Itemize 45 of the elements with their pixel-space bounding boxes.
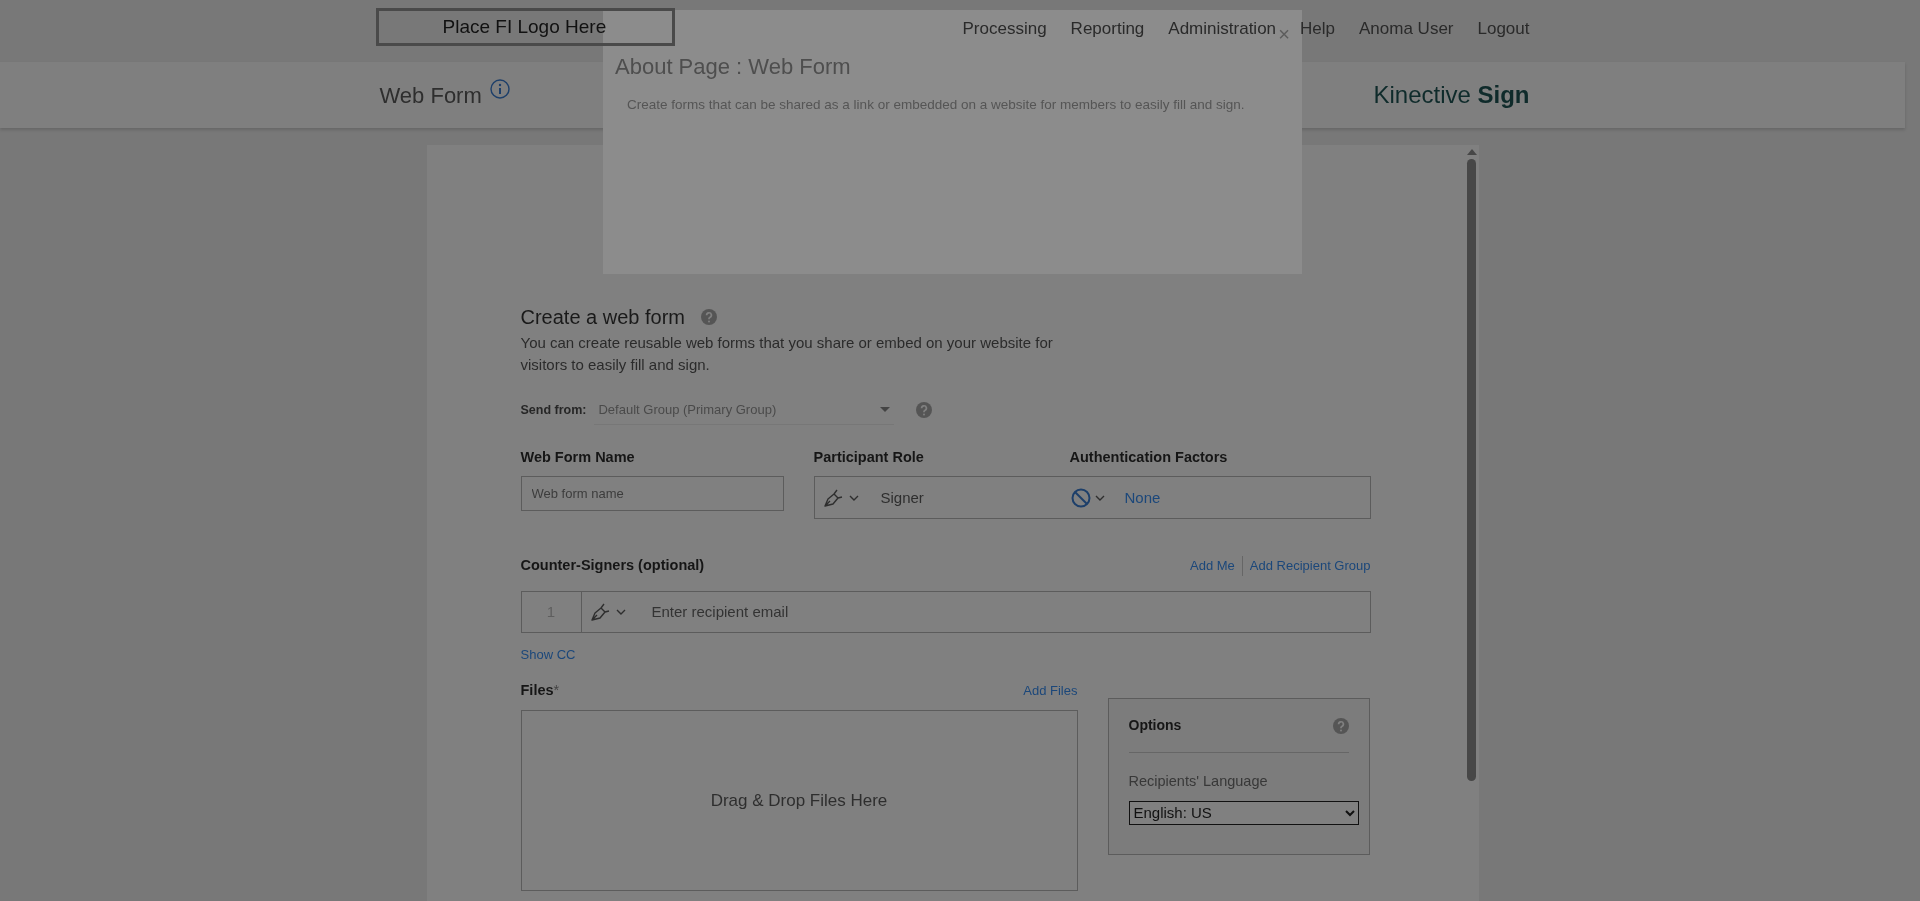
send-from-label: Send from:	[520, 401, 587, 419]
page-title: Web Form	[379, 81, 482, 110]
info-icon	[489, 78, 510, 99]
nav-link[interactable]: Logout	[1477, 16, 1530, 42]
auth-value-link[interactable]: None	[1124, 486, 1161, 509]
nav-link[interactable]: Administration	[1168, 16, 1277, 42]
field-label: Web Form Name	[520, 447, 636, 467]
language-label: Recipients' Language	[1128, 772, 1269, 791]
chevron-icon	[615, 609, 626, 615]
role-auth-field[interactable]: Signer None	[813, 476, 1371, 520]
web-form-name-field[interactable]: Web form name	[520, 476, 784, 512]
nav-link[interactable]: Reporting	[1070, 16, 1145, 42]
pen-icon	[589, 602, 612, 622]
help-icon	[701, 309, 717, 325]
section-label: Counter-Signers (optional)	[520, 556, 705, 576]
options-title: Options	[1128, 716, 1182, 735]
language-select[interactable]: English: US	[1128, 800, 1359, 825]
field-label: Participant Role	[813, 447, 925, 467]
header-link[interactable]: Add Recipient Group	[1249, 556, 1371, 576]
help-icon	[916, 402, 933, 419]
nav-link[interactable]: Anoma User	[1359, 16, 1454, 42]
add-files-link[interactable]: Add Files	[1023, 681, 1078, 701]
field-label: Authentication Factors	[1069, 447, 1228, 467]
close-button[interactable]: ×	[1278, 24, 1290, 44]
files-label: Files*	[520, 681, 560, 700]
nav-link[interactable]: Help	[1300, 16, 1335, 42]
scroll-up-arrow-icon	[1466, 149, 1477, 155]
form-description: You can create reusable web forms that you share or embed on your website for visitors to easily fill and sign.	[520, 333, 1054, 375]
role-value: Signer	[880, 487, 924, 508]
logo-text: Place FI Logo Here	[442, 14, 607, 39]
scrollbar-thumb[interactable]	[1467, 159, 1476, 781]
show-cc-link[interactable]: Show CC	[520, 645, 576, 665]
form-heading: Create a web form	[520, 305, 685, 330]
caret-icon	[880, 407, 891, 413]
pen-icon	[822, 487, 845, 508]
brand-logo: Kinective Sign	[1373, 80, 1530, 110]
file-drop-zone[interactable]: Drag & Drop Files Here	[520, 709, 1078, 891]
recipient-email-input[interactable]: Enter recipient email	[649, 599, 1370, 625]
header-link[interactable]: Add Me	[1190, 556, 1235, 576]
chevron-icon	[848, 494, 859, 501]
nav-link[interactable]: Processing	[962, 16, 1047, 42]
help-icon	[1332, 717, 1349, 734]
chevron-icon	[1094, 494, 1105, 501]
popover-title: About Page : Web Form	[615, 53, 851, 81]
blocked-icon	[1070, 487, 1091, 508]
